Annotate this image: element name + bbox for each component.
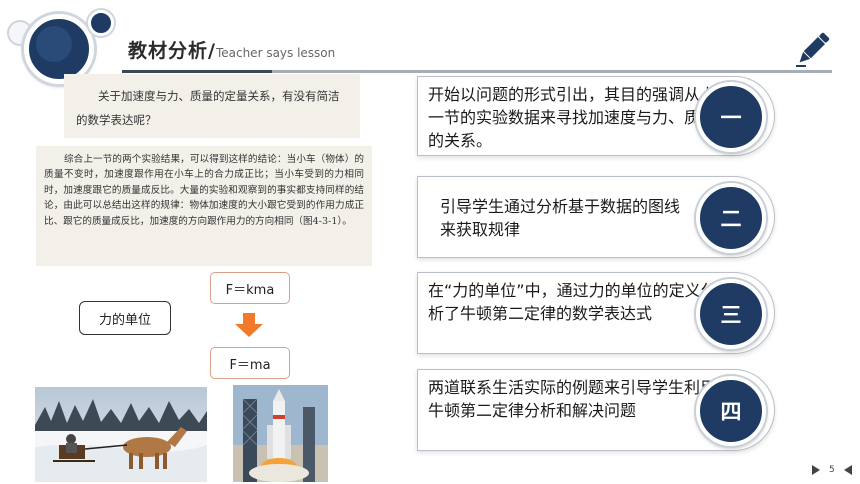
unit-label-box: 力的单位	[79, 301, 171, 335]
title-text: 教材分析/	[128, 40, 216, 62]
analysis-panel-2: 引导学生通过分析基于数据的图线来获取规律 二	[417, 176, 775, 258]
title-subtitle: Teacher says lesson	[215, 46, 336, 60]
page-number: 5	[829, 465, 835, 475]
textbook-conclusion: 综合上一节的两个实验结果，可以得到这样的结论：当小车（物体）的质量不变时，加速度…	[36, 146, 372, 266]
analysis-panel-3: 在“力的单位”中，通过力的单位的定义分析了牛顿第二定律的数学表达式 三	[417, 272, 775, 354]
panel-1-text: 开始以问题的形式引出，其目的强调从上一节的实验数据来寻找加速度与力、质量的关系。	[428, 85, 717, 150]
formula-ma: F＝ma	[210, 347, 290, 379]
panel-4-text: 两道联系生活实际的例题来引导学生利用牛顿第二定律分析和解决问题	[428, 378, 717, 420]
panel-2-text: 引导学生通过分析基于数据的图线来获取规律	[440, 197, 681, 239]
formula-kma: F＝kma	[210, 272, 290, 304]
next-slide-icon[interactable]	[812, 465, 820, 475]
panel-2-badge: 二	[696, 183, 766, 253]
page-title: 教材分析/Teacher says lesson	[128, 36, 335, 63]
pen-icon	[796, 32, 830, 67]
rocket-launch-photo	[233, 385, 328, 482]
header-circle-inner	[36, 26, 72, 62]
previous-slide-icon[interactable]	[843, 465, 852, 475]
panel-3-text: 在“力的单位”中，通过力的单位的定义分析了牛顿第二定律的数学表达式	[428, 281, 717, 323]
arrow-down-icon	[235, 313, 263, 337]
analysis-panel-4: 两道联系生活实际的例题来引导学生利用牛顿第二定律分析和解决问题 四	[417, 369, 775, 451]
header-small-circle-decoration	[88, 10, 114, 36]
analysis-panel-1: 开始以问题的形式引出，其目的强调从上一节的实验数据来寻找加速度与力、质量的关系。…	[417, 76, 775, 156]
panel-1-badge: 一	[696, 82, 766, 152]
slide-footer: 5	[812, 465, 852, 475]
horse-sleigh-photo	[35, 387, 207, 482]
textbook-question: 关于加速度与力、质量的定量关系，有没有简洁的数学表达呢？	[64, 74, 360, 138]
panel-3-badge: 三	[696, 279, 766, 349]
panel-4-badge: 四	[696, 376, 766, 446]
header-divider-accent	[122, 70, 272, 73]
